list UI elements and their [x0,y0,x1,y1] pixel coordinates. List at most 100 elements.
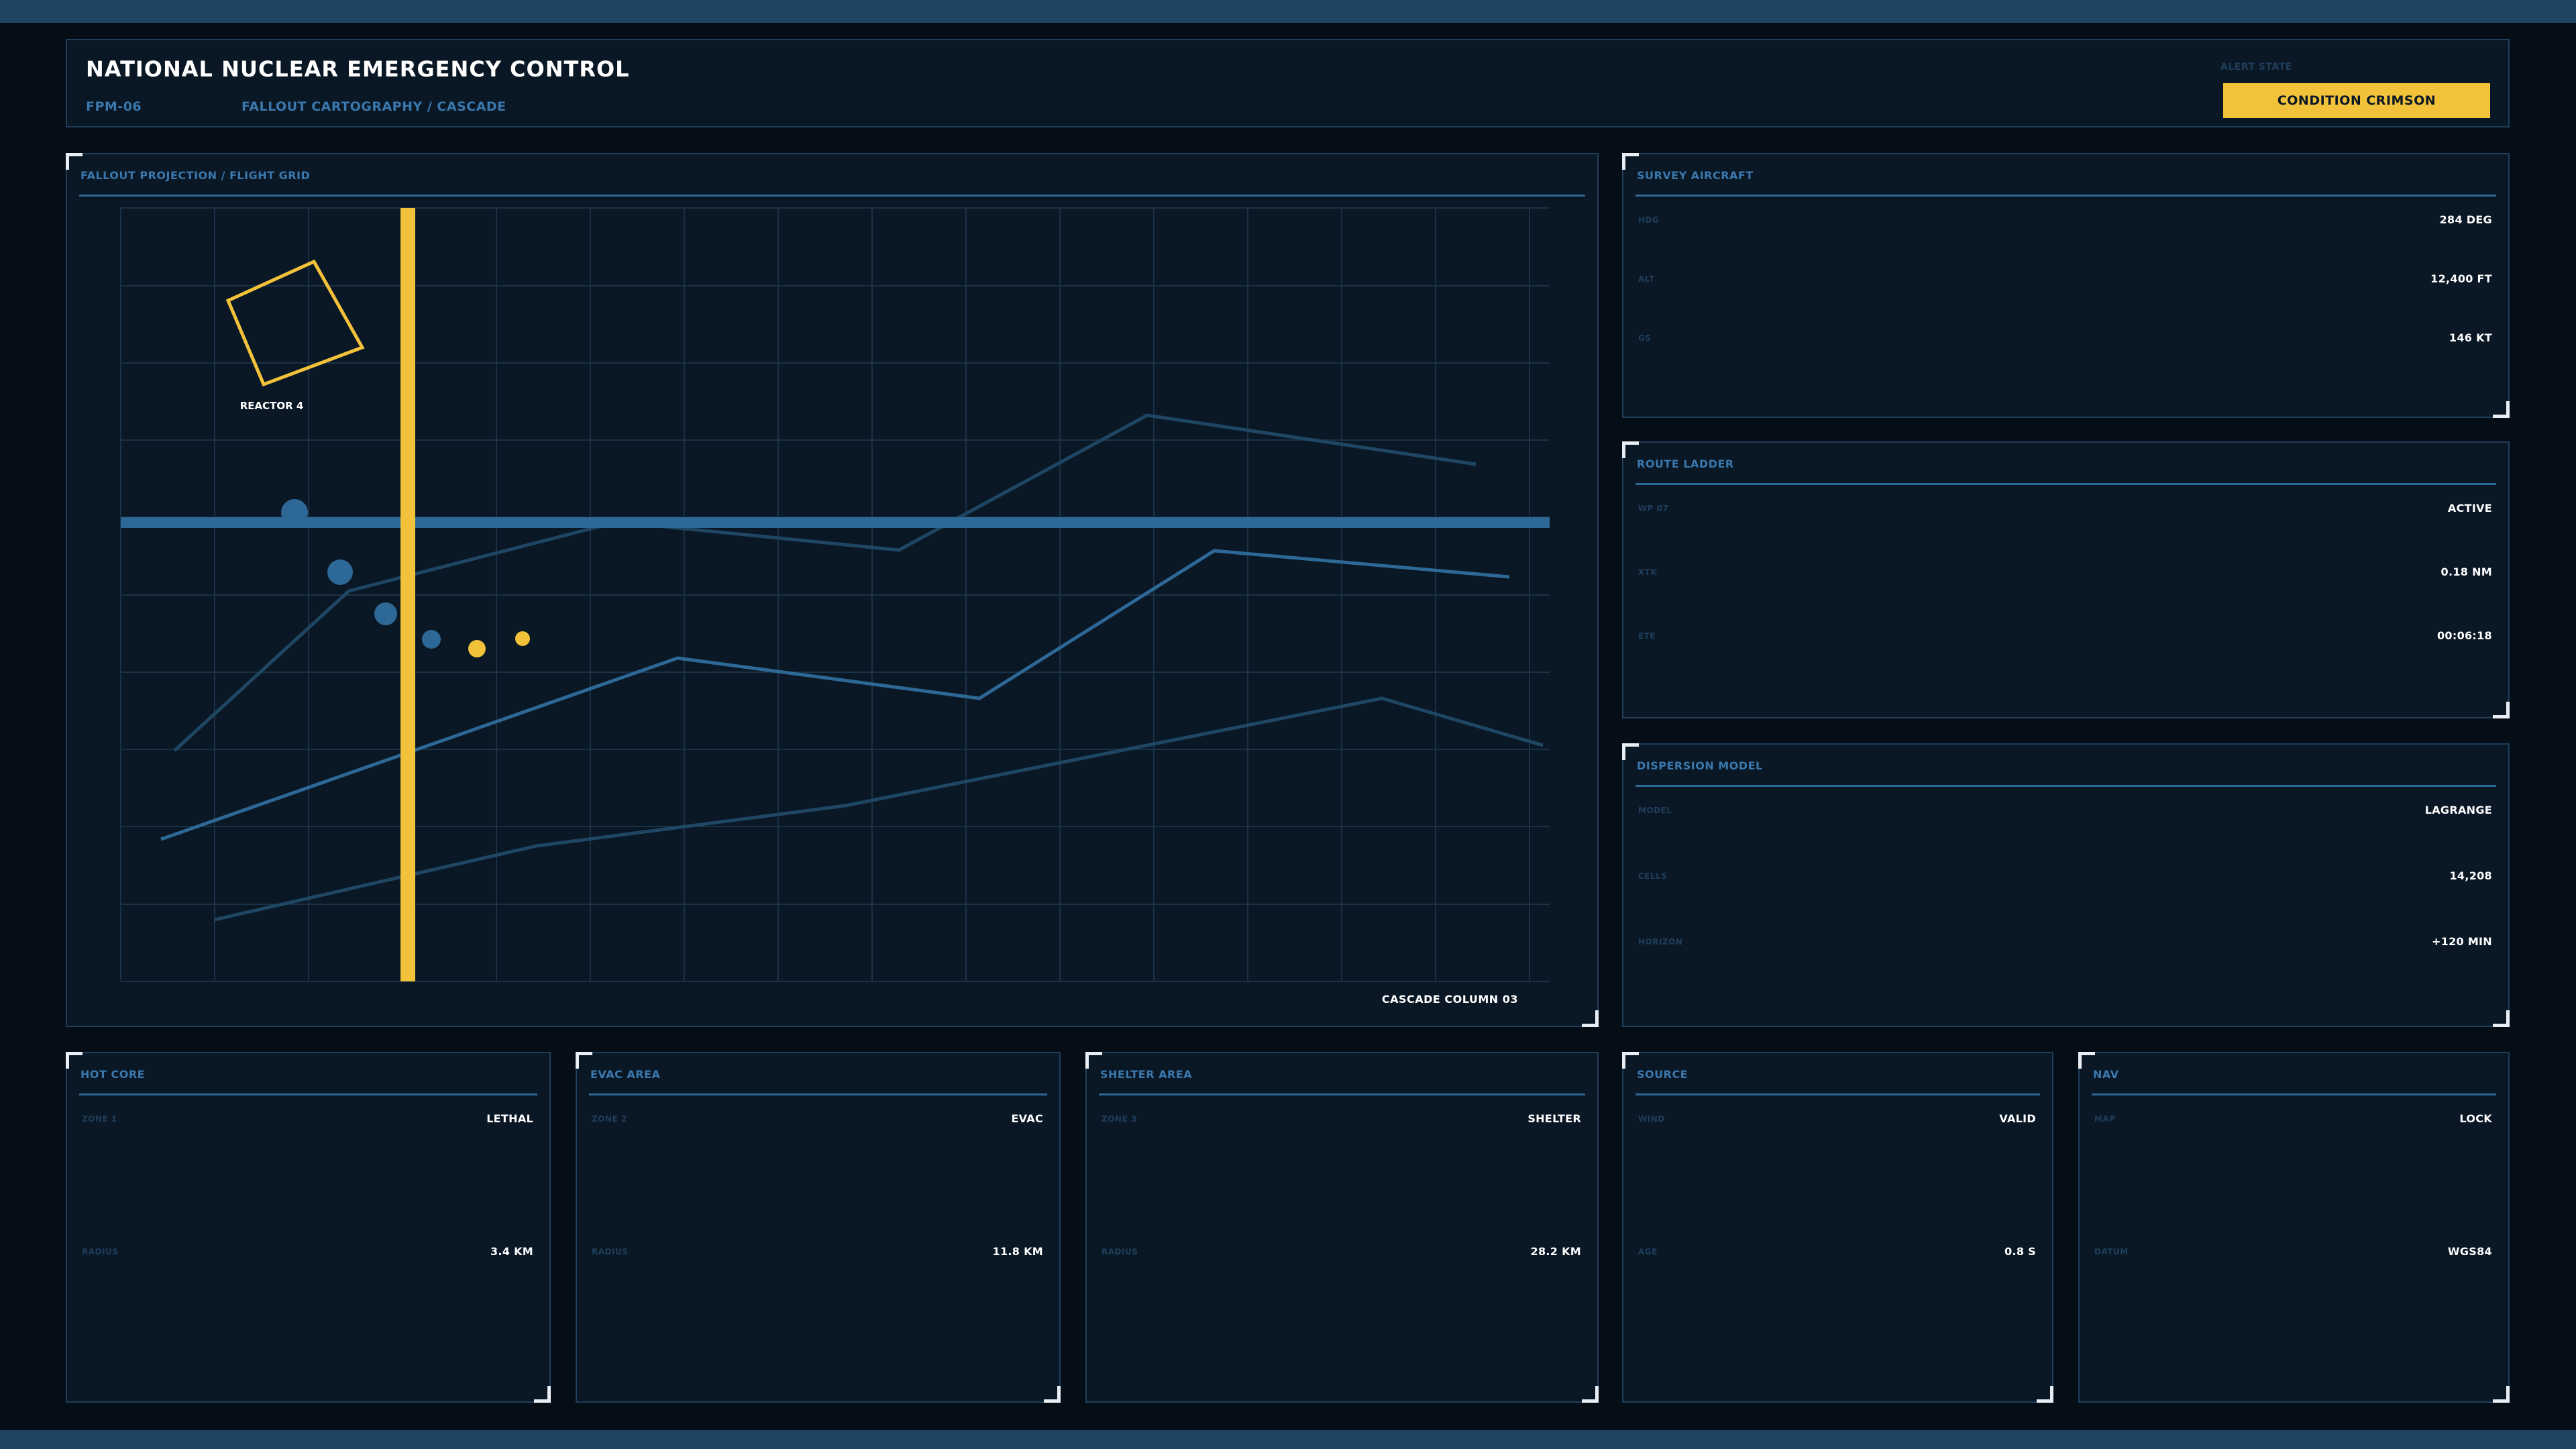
model-label: MODEL [1638,805,1672,815]
ete-value: 00:06:18 [2437,629,2492,642]
wind-label: WIND [1638,1114,1665,1124]
shelter-area-panel: SHELTER AREA ZONE 3 SHELTER RADIUS 28.2 … [1085,1052,1599,1403]
page-title: NATIONAL NUCLEAR EMERGENCY CONTROL [86,56,630,82]
survey-aircraft-track-point [281,499,308,526]
survey-aircraft-track-point [422,630,441,649]
cascade-column-label: CASCADE COLUMN 03 [1381,993,1518,1006]
top-bar [0,0,2576,23]
zone-value: EVAC [1011,1112,1043,1125]
ground-speed-value: 146 KT [2449,331,2492,344]
zone-label: ZONE 2 [592,1114,627,1124]
corner-bracket [534,1386,551,1403]
data-row: GS 146 KT [1638,331,2492,344]
panel-divider [1635,195,2496,197]
data-row: DATUM WGS84 [2094,1245,2492,1258]
data-row: MODEL LAGRANGE [1638,804,2492,816]
corner-bracket [2078,1052,2095,1069]
data-row: WIND VALID [1638,1112,2036,1125]
system-code: FPM-06 [86,99,142,114]
wind-value: VALID [1999,1112,2036,1125]
radius-value: 28.2 KM [1530,1245,1581,1258]
corner-bracket [1622,743,1639,760]
panel-divider [1099,1093,1585,1095]
panel-divider [1635,785,2496,787]
source-panel: SOURCE WIND VALID AGE 0.8 S [1622,1052,2053,1403]
corner-bracket [2493,1010,2510,1027]
waypoint-value: ACTIVE [2447,502,2492,515]
cells-value: 14,208 [2449,869,2492,882]
data-row: MAP LOCK [2094,1112,2492,1125]
panel-title: SOURCE [1637,1068,1688,1081]
data-row: HORIZON +120 MIN [1638,935,2492,948]
age-label: AGE [1638,1246,1658,1256]
flight-path-bar [121,517,1550,528]
corner-bracket [2493,702,2510,718]
survey-aircraft-track-point [327,559,353,585]
dispersion-contour-mid [160,549,1510,841]
corner-bracket [1622,153,1639,170]
cross-track-value: 0.18 NM [2440,566,2492,578]
panel-divider [2092,1093,2496,1095]
alert-state-badge[interactable]: CONDITION CRIMSON [2223,83,2490,118]
hot-core-panel: HOT CORE ZONE 1 LETHAL RADIUS 3.4 KM [66,1052,551,1403]
cells-label: CELLS [1638,871,1668,881]
dispersion-contour-outer [173,413,1477,752]
data-row: RADIUS 28.2 KM [1102,1245,1581,1258]
survey-aircraft-panel: SURVEY AIRCRAFT HDG 284 DEG ALT 12,400 F… [1622,153,2510,418]
data-row: RADIUS 11.8 KM [592,1245,1043,1258]
map-value: LOCK [2459,1112,2492,1125]
panel-title: DISPERSION MODEL [1637,759,1763,772]
panel-divider [589,1093,1047,1095]
panel-divider [79,1093,537,1095]
corner-bracket [2037,1386,2053,1403]
radius-label: RADIUS [1102,1246,1138,1256]
panel-title: NAV [2093,1068,2119,1081]
horizon-value: +120 MIN [2431,935,2492,948]
reactor-4-marker [225,259,365,387]
bottom-bar [0,1430,2576,1449]
panel-divider [1635,1093,2040,1095]
radius-value: 3.4 KM [490,1245,533,1258]
flight-grid-map[interactable]: REACTOR 4 [67,154,1600,1028]
data-row: AGE 0.8 S [1638,1245,2036,1258]
datum-label: DATUM [2094,1246,2129,1256]
corner-bracket [1622,441,1639,458]
data-row: CELLS 14,208 [1638,869,2492,882]
waypoint-label: WP 07 [1638,503,1669,513]
data-row: ETE 00:06:18 [1638,629,2492,642]
corner-bracket [66,1052,83,1069]
data-row: XTK 0.18 NM [1638,566,2492,578]
corner-bracket [1085,1052,1102,1069]
data-row: ALT 12,400 FT [1638,272,2492,285]
corner-bracket [2493,401,2510,418]
evac-area-panel: EVAC AREA ZONE 2 EVAC RADIUS 11.8 KM [576,1052,1061,1403]
zone-value: LETHAL [486,1112,533,1125]
corner-bracket [1582,1386,1599,1403]
panel-title: HOT CORE [80,1068,146,1081]
panel-title: EVAC AREA [590,1068,661,1081]
radius-value: 11.8 KM [992,1245,1043,1258]
panel-title: ROUTE LADDER [1637,458,1734,470]
radius-label: RADIUS [82,1246,119,1256]
altitude-value: 12,400 FT [2430,272,2492,285]
datum-value: WGS84 [2447,1245,2492,1258]
dispersion-model-panel: DISPERSION MODEL MODEL LAGRANGE CELLS 14… [1622,743,2510,1027]
zone-label: ZONE 3 [1102,1114,1137,1124]
header-panel: NATIONAL NUCLEAR EMERGENCY CONTROL FPM-0… [66,39,2510,127]
data-row: ZONE 3 SHELTER [1102,1112,1581,1125]
ete-label: ETE [1638,631,1656,641]
map-label: MAP [2094,1114,2116,1124]
route-ladder-panel: ROUTE LADDER WP 07 ACTIVE XTK 0.18 NM ET… [1622,441,2510,718]
radius-label: RADIUS [592,1246,629,1256]
altitude-label: ALT [1638,274,1655,284]
corner-bracket [2493,1386,2510,1403]
panel-divider [1635,483,2496,485]
data-row: WP 07 ACTIVE [1638,502,2492,515]
data-row: ZONE 2 EVAC [592,1112,1043,1125]
data-row: ZONE 1 LETHAL [82,1112,533,1125]
ground-speed-label: GS [1638,333,1652,343]
cascade-column-bar [400,208,415,981]
fallout-projection-panel[interactable]: FALLOUT PROJECTION / FLIGHT GRID REACTOR… [66,153,1599,1027]
panel-title: SURVEY AIRCRAFT [1637,169,1754,182]
zone-value: SHELTER [1527,1112,1581,1125]
